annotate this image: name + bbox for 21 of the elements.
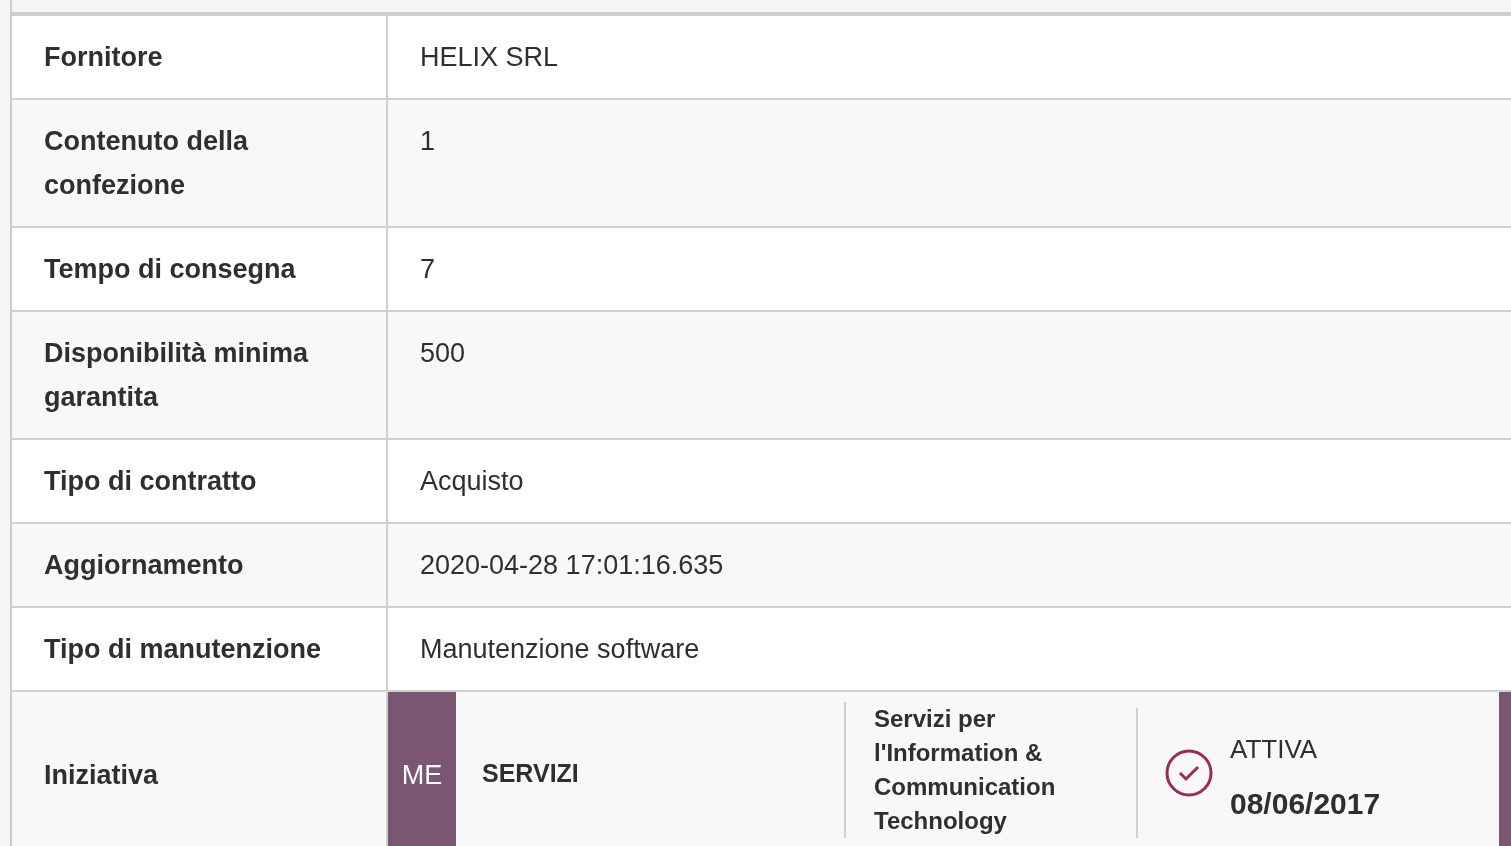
field-value: HELIX SRL <box>420 41 560 74</box>
field-label: Tempo di consegna <box>44 253 297 286</box>
check-circle-icon <box>1164 748 1214 798</box>
status-text: ATTIVA <box>1230 734 1319 764</box>
field-label: Contenuto della confezione <box>44 125 250 202</box>
field-value: 7 <box>420 253 437 286</box>
field-value: 1 <box>420 125 437 158</box>
field-value: 500 <box>420 337 467 370</box>
field-value: Acquisto <box>420 465 525 498</box>
start-date: 08/06/2017 <box>1230 786 1381 822</box>
initiative-type: SERVIZI <box>482 758 579 789</box>
field-label: Disponibilità minima garantita <box>44 337 310 414</box>
field-label: Fornitore <box>44 41 164 74</box>
field-value: Manutenzione software <box>420 633 701 666</box>
field-label: Aggiornamento <box>44 549 245 582</box>
field-label: Tipo di contratto <box>44 465 258 498</box>
initiative-category: Servizi per l'Information & Communication Technology <box>874 705 1056 834</box>
code-badge: ME <box>388 692 456 846</box>
field-label: Iniziativa <box>44 759 159 792</box>
field-value: 2020-04-28 17:01:16.635 <box>420 549 725 582</box>
field-label: Tipo di manutenzione <box>44 633 322 666</box>
